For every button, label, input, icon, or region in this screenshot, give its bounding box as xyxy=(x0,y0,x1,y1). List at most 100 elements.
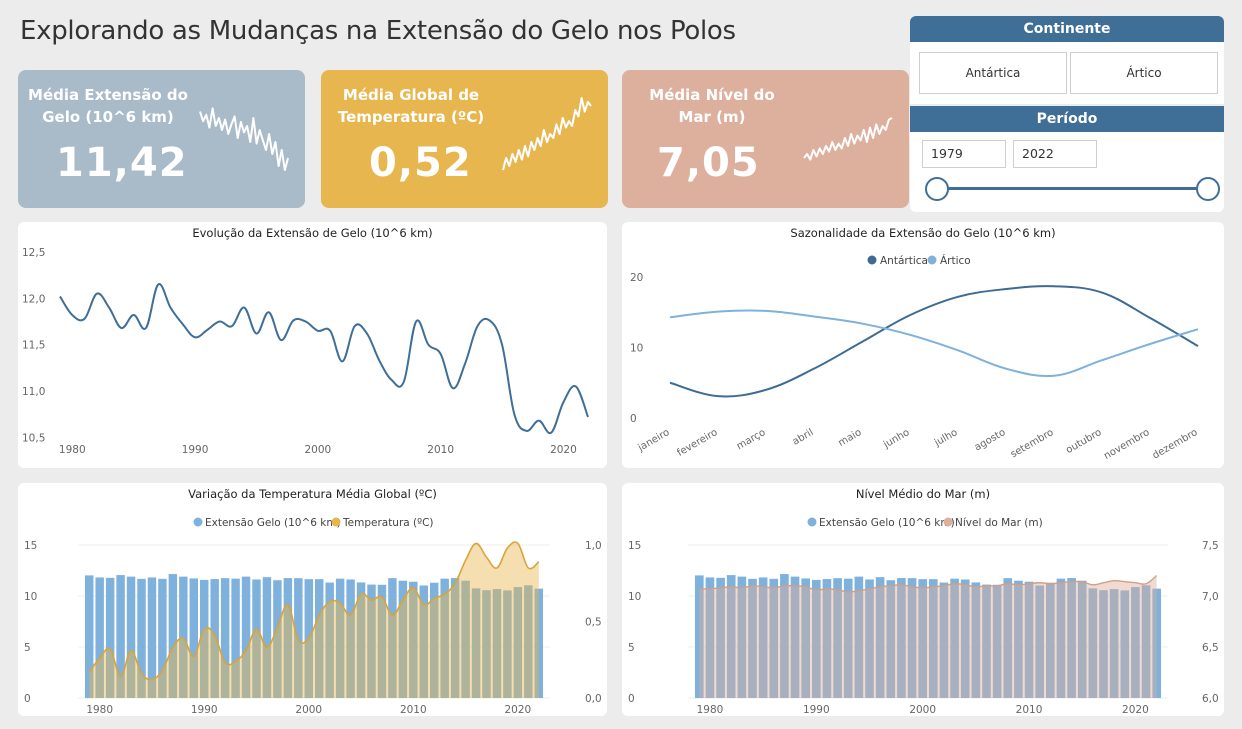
x-tick-label: dezembro xyxy=(1151,427,1200,462)
legend-label: Temperatura (ºC) xyxy=(342,517,434,529)
x-tick-label: setembro xyxy=(1009,427,1056,460)
x-tick-label: outubro xyxy=(1064,427,1103,456)
chart-seasonality: Sazonalidade da Extensão do Gelo (10^6 k… xyxy=(622,222,1224,468)
filter-slicer: Continente Antártica Ártico Período 1979… xyxy=(910,16,1224,212)
chart-temperature: Variação da Temperatura Média Global (ºC… xyxy=(18,483,607,716)
y2-tick-label: 0,0 xyxy=(585,693,602,705)
series-line xyxy=(59,283,589,435)
legend-marker xyxy=(807,517,817,527)
period-slider-track[interactable] xyxy=(934,187,1208,190)
y-tick-label: 12,5 xyxy=(22,247,45,259)
combo-chart: 15 10 5 0 7,5 7,0 6,5 6,0 1980 1990 2000 2010 2020 Ex… xyxy=(628,517,1219,716)
y-tick-label: 20 xyxy=(630,272,643,284)
x-tick-label: 1990 xyxy=(191,704,218,716)
period-slider-start-handle[interactable] xyxy=(925,177,949,201)
y-tick-label: 10,5 xyxy=(22,432,45,444)
x-tick-label: março xyxy=(735,427,768,452)
y-tick-label: 5 xyxy=(24,642,31,654)
kpi-value: 11,42 xyxy=(56,140,188,186)
x-tick-label: 2020 xyxy=(1122,704,1149,716)
period-end-input[interactable]: 2022 xyxy=(1013,140,1097,168)
kpi-sparkline xyxy=(502,97,592,171)
x-tick-label: fevereiro xyxy=(675,427,719,459)
y2-tick-label: 6,5 xyxy=(1202,642,1219,654)
x-tick-label: 2000 xyxy=(295,704,322,716)
continent-header: Continente xyxy=(910,16,1224,42)
legend-label: Extensão Gelo (10^6 km) xyxy=(205,517,341,529)
y-tick-label: 0 xyxy=(628,693,635,705)
y2-tick-label: 7,5 xyxy=(1202,540,1219,552)
legend-marker xyxy=(927,255,937,265)
page-title: Explorando as Mudanças na Extensão do Ge… xyxy=(20,16,736,46)
y-tick-label: 12,0 xyxy=(22,293,45,305)
chart-ice-extent-evolution: Evolução da Extensão de Gelo (10^6 km) 1… xyxy=(18,222,607,468)
x-tick-label: 1980 xyxy=(59,444,86,456)
legend-label: Ártico xyxy=(940,254,971,267)
x-tick-label: 2010 xyxy=(1016,704,1043,716)
period-slider-end-handle[interactable] xyxy=(1196,177,1220,201)
y-tick-label: 10 xyxy=(630,343,643,355)
y-tick-label: 15 xyxy=(628,540,641,552)
legend-label: Nível do Mar (m) xyxy=(955,517,1043,529)
y-tick-label: 15 xyxy=(24,540,37,552)
sparkline-path xyxy=(199,107,289,171)
line-chart: 20 10 0 janeiro fevereiro março abril maio junho… xyxy=(630,254,1200,462)
kpi-value: 7,05 xyxy=(657,140,760,186)
x-tick-label: junho xyxy=(881,427,912,451)
legend-marker xyxy=(867,255,877,265)
x-tick-label: julho xyxy=(932,427,959,449)
x-tick-label: agosto xyxy=(973,427,1008,453)
y2-tick-label: 7,0 xyxy=(1202,591,1219,603)
y2-tick-label: 0,5 xyxy=(585,617,602,629)
period-start-input[interactable]: 1979 xyxy=(922,140,1006,168)
y-tick-label: 11,5 xyxy=(22,340,45,352)
legend-marker xyxy=(331,517,341,527)
kpi-card-ice-extent[interactable]: Média Extensão do Gelo (10^6 km) 11,42 xyxy=(18,70,305,208)
area-fill xyxy=(699,575,1157,698)
legend-label: Antártica xyxy=(880,255,928,267)
combo-chart: 15 10 5 0 1,0 0,5 0,0 1980 1990 2000 2010 2020 Exten… xyxy=(24,517,602,716)
kpi-sparkline xyxy=(803,117,893,161)
x-tick-label: janeiro xyxy=(636,427,672,454)
x-tick-label: novembro xyxy=(1102,427,1151,462)
x-tick-label: 2000 xyxy=(304,444,331,456)
legend-label: Extensão Gelo (10^6 km) xyxy=(819,517,955,529)
y2-tick-label: 6,0 xyxy=(1202,693,1219,705)
series-line-Ártico xyxy=(669,309,1199,378)
x-tick-label: 2010 xyxy=(427,444,454,456)
x-tick-label: abril xyxy=(791,427,816,448)
x-tick-label: 2000 xyxy=(909,704,936,716)
x-tick-label: 1990 xyxy=(803,704,830,716)
area-fill xyxy=(89,542,539,698)
continent-option-arctic[interactable]: Ártico xyxy=(1070,52,1218,94)
sparkline-path xyxy=(803,117,893,161)
kpi-title: Média Global de Temperatura (ºC) xyxy=(337,86,485,126)
y-tick-label: 11,0 xyxy=(22,386,45,398)
y2-tick-label: 1,0 xyxy=(585,540,602,552)
line-chart: 12,5 12,0 11,5 11,0 10,5 1980 1990 2000 2010 2020 xyxy=(22,247,589,456)
y-tick-label: 5 xyxy=(628,642,635,654)
x-tick-label: 2010 xyxy=(400,704,427,716)
x-tick-label: maio xyxy=(837,427,864,449)
kpi-card-temperature[interactable]: Média Global de Temperatura (ºC) 0,52 xyxy=(321,70,608,208)
sparkline-path xyxy=(502,97,592,171)
x-tick-label: 2020 xyxy=(504,704,531,716)
y-tick-label: 0 xyxy=(24,693,31,705)
kpi-sparkline xyxy=(199,107,289,171)
period-header: Período xyxy=(910,106,1224,132)
x-tick-label: 1990 xyxy=(182,444,209,456)
chart-sea-level: Nível Médio do Mar (m) 15 10 5 0 7,5 7,0 6,5 6,… xyxy=(622,483,1224,716)
kpi-title: Média Nível do Mar (m) xyxy=(649,86,775,126)
x-tick-label: 1980 xyxy=(697,704,724,716)
x-tick-label: 2020 xyxy=(550,444,577,456)
kpi-card-sea-level[interactable]: Média Nível do Mar (m) 7,05 xyxy=(622,70,909,208)
y-tick-label: 10 xyxy=(628,591,641,603)
kpi-value: 0,52 xyxy=(369,140,472,186)
x-tick-label: 1980 xyxy=(86,704,113,716)
legend-marker xyxy=(943,517,953,527)
y-tick-label: 0 xyxy=(630,413,637,425)
kpi-title: Média Extensão do Gelo (10^6 km) xyxy=(28,86,188,126)
continent-option-antarctica[interactable]: Antártica xyxy=(919,52,1067,94)
legend-marker xyxy=(193,517,203,527)
y-tick-label: 10 xyxy=(24,591,37,603)
